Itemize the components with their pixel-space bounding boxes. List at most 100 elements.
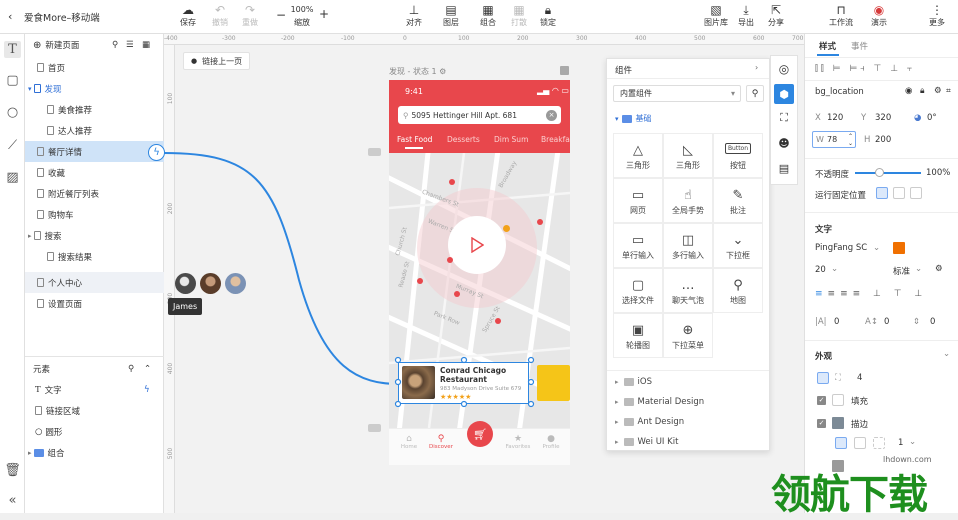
- library-select[interactable]: 内置组件 ▾: [613, 85, 741, 102]
- home-tab[interactable]: ⌂ Home: [399, 434, 419, 450]
- zoom-in-button[interactable]: +: [319, 7, 329, 21]
- avatar[interactable]: [175, 273, 196, 294]
- fixed-top-icon[interactable]: [893, 187, 905, 199]
- stepper-icon[interactable]: ⌃ ⌄: [848, 133, 853, 147]
- corner-individual-icon[interactable]: ⛶: [835, 373, 841, 383]
- map-pin[interactable]: [495, 318, 501, 324]
- component-webpage[interactable]: ▭ 网页: [613, 178, 663, 223]
- page-item[interactable]: 设置页面: [25, 293, 164, 314]
- opacity-slider[interactable]: [855, 172, 921, 174]
- page-item[interactable]: 美食推荐: [25, 99, 164, 120]
- corner-uniform-icon[interactable]: [817, 372, 829, 384]
- slider-handle[interactable]: [875, 168, 884, 177]
- component-carousel[interactable]: ▣ 轮播图: [613, 313, 663, 358]
- page-item[interactable]: ▾ 发现: [25, 78, 164, 99]
- emoji-icon[interactable]: ☻: [776, 135, 792, 151]
- favorites-tab[interactable]: ★ Favorites: [505, 434, 531, 450]
- component-multi-input[interactable]: ◫ 多行输入: [663, 223, 713, 268]
- component-annotation[interactable]: ✎ 批注: [713, 178, 763, 223]
- rectangle-tool-icon[interactable]: ▢: [4, 72, 21, 89]
- table-icon[interactable]: ▤: [776, 160, 792, 176]
- align-button[interactable]: ⊥ 对齐: [399, 3, 429, 28]
- map-pin[interactable]: [503, 225, 510, 232]
- page-item[interactable]: 收藏: [25, 162, 164, 183]
- stroke-color-swatch[interactable]: [832, 417, 844, 429]
- search-button[interactable]: ⚲: [746, 85, 764, 102]
- fixed-none-icon[interactable]: [876, 187, 888, 199]
- element-item[interactable]: ▸ 组合: [25, 442, 164, 463]
- selection-handles[interactable]: [394, 356, 536, 408]
- tab-breakfast[interactable]: Breakfa: [541, 135, 570, 144]
- font-family-select[interactable]: PingFang SC: [815, 243, 867, 253]
- target-icon[interactable]: ◎: [776, 61, 792, 77]
- library-material[interactable]: ▸ Material Design: [615, 392, 765, 412]
- stroke-outside-icon[interactable]: [873, 437, 885, 449]
- chevron-right-icon[interactable]: ›: [755, 63, 758, 72]
- eye-icon[interactable]: ◉: [905, 86, 912, 96]
- collapse-icon[interactable]: «: [4, 492, 21, 509]
- element-item[interactable]: 链接区域: [25, 400, 164, 421]
- map-pin[interactable]: [449, 179, 455, 185]
- rotation-input[interactable]: 0°: [927, 113, 937, 123]
- cube-icon[interactable]: ⬢: [774, 84, 794, 104]
- component-dropdown[interactable]: ⌄ 下拉框: [713, 223, 763, 268]
- caret-right-icon[interactable]: ▸: [28, 449, 32, 457]
- caret-down-icon[interactable]: ▾: [28, 85, 32, 93]
- image-library-button[interactable]: ▧ 图片库: [700, 3, 732, 28]
- component-button[interactable]: Button 按钮: [713, 133, 763, 178]
- library-weui[interactable]: ▸ Wei UI Kit: [615, 432, 765, 452]
- trash-icon[interactable]: 🗑︎: [4, 462, 21, 479]
- text-settings-icon[interactable]: ⚙: [935, 264, 943, 274]
- crop-icon[interactable]: ⌗: [946, 86, 951, 96]
- chevron-left-icon[interactable]: ‹: [8, 10, 12, 23]
- align-left-icon[interactable]: ≡: [815, 289, 828, 299]
- frame-settings-icon[interactable]: [560, 66, 569, 75]
- add-circle-icon[interactable]: ⊕: [33, 40, 41, 51]
- lock-button[interactable]: 🔒︎ 锁定: [533, 3, 563, 28]
- search-icon[interactable]: ⚲: [128, 364, 134, 374]
- more-button[interactable]: ⋮ 更多: [922, 3, 952, 28]
- undo-button[interactable]: ↶ 撤销: [205, 3, 235, 28]
- tab-desserts[interactable]: Desserts: [447, 135, 480, 144]
- fill-color-swatch[interactable]: [832, 394, 844, 406]
- text-color-swatch[interactable]: [893, 242, 905, 254]
- map-pin[interactable]: [447, 257, 453, 263]
- ungroup-button[interactable]: ▦ 打散: [504, 3, 534, 28]
- search-icon[interactable]: ⚲: [112, 40, 118, 50]
- restaurant-card-next[interactable]: [537, 365, 570, 401]
- map-pin[interactable]: [417, 278, 423, 284]
- component-single-input[interactable]: ▭ 单行输入: [613, 223, 663, 268]
- category-basic[interactable]: ▾ 基础: [615, 113, 652, 124]
- tab-event[interactable]: 事件: [851, 40, 868, 52]
- chevron-down-icon[interactable]: ⌄: [943, 349, 950, 359]
- line-tool-icon[interactable]: ⟋: [4, 137, 21, 154]
- gear-icon[interactable]: ⚙: [439, 67, 446, 76]
- export-button[interactable]: ⤓ 导出: [731, 3, 761, 28]
- zoom-out-button[interactable]: −: [276, 8, 286, 22]
- tab-fast-food[interactable]: Fast Food: [397, 135, 432, 144]
- tab-style[interactable]: 样式: [819, 40, 836, 52]
- component-chat-bubble[interactable]: … 聊天气泡: [663, 268, 713, 313]
- new-page-button[interactable]: 新建页面: [45, 39, 79, 51]
- page-item[interactable]: 购物车: [25, 204, 164, 225]
- library-ant[interactable]: ▸ Ant Design: [615, 412, 765, 432]
- workflow-button[interactable]: ⊓ 工作流: [825, 3, 857, 28]
- height-input[interactable]: 200: [875, 135, 891, 145]
- y-input[interactable]: 320: [875, 113, 891, 123]
- component-gesture[interactable]: ☝ 全局手势: [663, 178, 713, 223]
- component-file-select[interactable]: ▢ 选择文件: [613, 268, 663, 313]
- width-input[interactable]: W 78 ⌃ ⌄: [812, 131, 856, 148]
- font-weight-select[interactable]: 标准: [893, 265, 910, 277]
- page-item[interactable]: 附近餐厅列表: [25, 183, 164, 204]
- page-item[interactable]: 搜索结果: [25, 246, 164, 267]
- resize-icon[interactable]: ⛶: [776, 110, 792, 126]
- page-item[interactable]: 餐厅详情: [25, 141, 164, 162]
- avatar[interactable]: [225, 273, 246, 294]
- avatar[interactable]: [200, 273, 221, 294]
- discover-tab[interactable]: ⚲ Discover: [429, 434, 453, 450]
- lock-icon[interactable]: 🔒︎: [920, 86, 925, 96]
- share-button[interactable]: ⇱ 分享: [761, 3, 791, 28]
- element-item[interactable]: T 文字 ϟ: [25, 379, 164, 400]
- library-ios[interactable]: ▸ iOS: [615, 372, 765, 392]
- component-map[interactable]: ⚲ 地图: [713, 268, 763, 313]
